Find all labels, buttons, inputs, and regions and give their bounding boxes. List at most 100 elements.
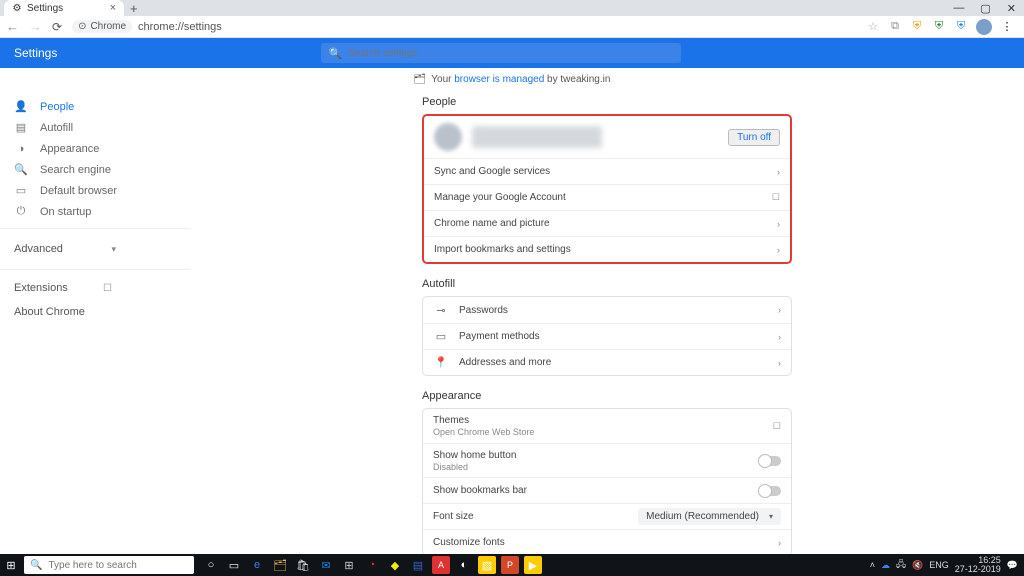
menu-icon[interactable]: ⋮ [1000,20,1014,34]
chevron-right-icon: › [777,219,780,229]
explorer-icon[interactable]: 🗂 [271,556,289,574]
managed-banner: 🗂 Your browser is managed by tweaking.in [0,68,1024,90]
row-bookmarks-bar[interactable]: Show bookmarks bar [423,477,791,503]
font-size-select[interactable]: Medium (Recommended)▾ [638,508,781,525]
managed-link[interactable]: browser is managed [454,74,544,85]
section-title-people: People [422,96,792,108]
volume-icon[interactable]: 🔇 [912,560,923,571]
minimize-button[interactable]: — [953,2,964,15]
windows-taskbar: ⊞ 🔍 ○ ▭ e 🗂 🛍 ✉ ⊞ ◔ ◆ ▤ A ◐ ▧ P ▶ ˄ ☁ 🖧 … [0,554,1024,576]
row-payment[interactable]: ▭Payment methods› [423,323,791,349]
maximize-button[interactable]: ▢ [980,2,990,15]
sidebar-item-label: Autofill [40,122,73,134]
chevron-right-icon: › [778,332,781,342]
settings-icon: ⚙ [12,3,22,13]
sidebar-item-default-browser[interactable]: ▭Default browser [0,180,190,201]
chevron-right-icon: › [777,245,780,255]
sidebar: 👤 People ▤Autofill ◑Appearance 🔍Search en… [0,90,190,554]
language-indicator[interactable]: ENG [929,560,949,570]
sidebar-item-people[interactable]: 👤 People [0,96,190,117]
notifications-icon[interactable]: 💬 [1007,560,1018,571]
row-font-size[interactable]: Font size Medium (Recommended)▾ [423,503,791,529]
close-button[interactable]: ✕ [1007,2,1016,15]
main-content: People Turn off Sync and Google services… [190,90,1024,554]
forward-button[interactable]: → [29,19,42,34]
cortana-icon[interactable]: ○ [202,556,220,574]
sidebar-item-label: People [40,101,74,113]
card-icon: ▭ [433,330,449,343]
sidebar-about[interactable]: About Chrome [0,300,190,324]
row-passwords[interactable]: ⊸Passwords› [423,297,791,323]
profile-name-blurred [472,126,602,148]
row-addresses[interactable]: 📍Addresses and more› [423,349,791,375]
browser-tab[interactable]: ⚙ Settings × [4,0,124,16]
search-settings-box[interactable]: 🔍 [321,43,681,63]
home-button-toggle[interactable] [759,456,781,466]
dropdown-icon: ▾ [769,512,773,521]
sidebar-item-label: Default browser [40,185,117,197]
url-origin-chip: ⊙ Chrome [72,20,132,33]
chevron-right-icon: › [778,358,781,368]
address-bar[interactable]: ⊙ Chrome chrome://settings [72,20,856,33]
row-chrome-name[interactable]: Chrome name and picture› [424,210,790,236]
search-icon: 🔍 [329,47,343,60]
shield-green-icon[interactable]: ⛨ [932,20,946,34]
calc-icon[interactable]: ⊞ [340,556,358,574]
sidebar-extensions[interactable]: Extensions☐ [0,276,190,300]
briefcase-icon: 🗂 [414,74,427,85]
edge-icon[interactable]: e [248,556,266,574]
shield-blue-icon[interactable]: ⛨ [954,20,968,34]
sidebar-item-autofill[interactable]: ▤Autofill [0,117,190,138]
shield-orange-icon[interactable]: ⛨ [910,20,924,34]
network-icon[interactable]: 🖧 [896,557,906,573]
task-view-icon[interactable]: ▭ [225,556,243,574]
tab-close-icon[interactable]: × [110,2,116,14]
reload-button[interactable]: ⟳ [52,20,62,34]
row-themes[interactable]: ThemesOpen Chrome Web Store ☐ [423,409,791,443]
notes-icon[interactable]: ▧ [478,556,496,574]
taskbar-clock[interactable]: 16:25 27-12-2019 [955,556,1001,574]
profile-avatar[interactable] [976,19,992,35]
start-button[interactable]: ⊞ [0,554,22,576]
section-title-autofill: Autofill [422,278,792,290]
profile-avatar-large [434,123,462,151]
autofill-card: ⊸Passwords› ▭Payment methods› 📍Addresses… [422,296,792,376]
taskbar-search-input[interactable] [48,560,188,571]
bookmarks-bar-toggle[interactable] [759,486,781,496]
chevron-down-icon: ▾ [111,244,116,255]
sidebar-item-search-engine[interactable]: 🔍Search engine [0,159,190,180]
mail-icon[interactable]: ✉ [317,556,335,574]
app-icon-2[interactable]: ◆ [386,556,404,574]
turn-off-button[interactable]: Turn off [728,129,780,146]
acrobat-icon[interactable]: A [432,556,450,574]
row-sync[interactable]: Sync and Google services› [424,158,790,184]
row-home-button[interactable]: Show home buttonDisabled [423,443,791,477]
people-card: Turn off Sync and Google services› Manag… [422,114,792,264]
back-button[interactable]: ← [6,19,19,34]
bookmark-icon[interactable]: ☆ [866,20,880,34]
row-import-bookmarks[interactable]: Import bookmarks and settings› [424,236,790,262]
search-input[interactable] [348,48,672,59]
key-icon: ⊸ [433,304,449,317]
onedrive-icon[interactable]: ☁ [881,560,890,571]
row-customize-fonts[interactable]: Customize fonts› [423,529,791,554]
tray-up-icon[interactable]: ˄ [870,560,875,570]
powerpoint-icon[interactable]: P [501,556,519,574]
taskbar-search[interactable]: 🔍 [24,556,194,574]
search-icon: 🔍 [14,163,28,176]
app-icon-1[interactable]: ◔ [363,556,381,574]
sidebar-item-appearance[interactable]: ◑Appearance [0,138,190,159]
power-icon: ⏻ [14,205,28,218]
sidebar-item-label: On startup [40,206,91,218]
sidebar-advanced[interactable]: Advanced▾ [0,235,190,263]
chrome-icon[interactable]: ◐ [455,556,473,574]
extension-icon-1[interactable]: ⧉ [888,20,902,34]
sidebar-item-label: Appearance [40,143,99,155]
person-icon: 👤 [14,100,28,113]
app-icon-3[interactable]: ▤ [409,556,427,574]
sidebar-item-on-startup[interactable]: ⏻ On startup [0,201,190,222]
new-tab-button[interactable]: + [130,1,138,16]
store-icon[interactable]: 🛍 [294,556,312,574]
app-icon-4[interactable]: ▶ [524,556,542,574]
row-manage-account[interactable]: Manage your Google Account☐ [424,184,790,210]
